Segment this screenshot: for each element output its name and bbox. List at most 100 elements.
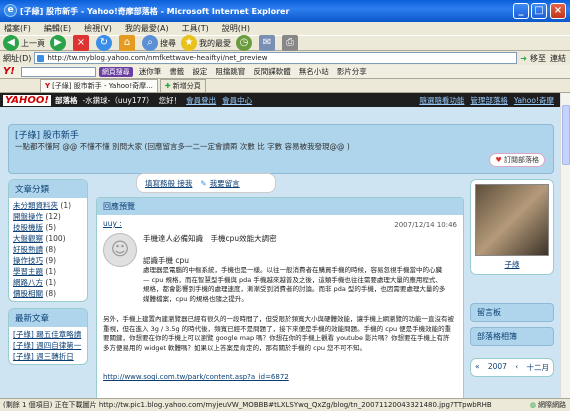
leave-message-link[interactable]: 我要留言 — [210, 178, 240, 189]
fill-message-link[interactable]: 填寫務般 接我 — [145, 178, 192, 189]
album-button[interactable]: 部落格相簿 — [470, 327, 554, 346]
tab-blog[interactable]: Y [子綠] 股市新手 - Yahoo!奇摩... — [40, 79, 158, 92]
speech-bubble: 填寫務般 接我 ✎ 我要留言 — [136, 173, 276, 193]
status-bar: (剩餘 1 個項目) 正在下載圖片 http://tw.pic1.blog.ya… — [0, 398, 570, 411]
blog-description: 一點都不懂阿 @@ 不懂不懂 別問大家 (回應留言多一二一定會讀兩 次數 比 字… — [15, 142, 350, 151]
profile-photo[interactable] — [475, 184, 549, 256]
globe-icon: ◍ — [529, 401, 536, 409]
toolbar-settings[interactable]: 設定 — [192, 66, 207, 77]
window-titlebar: e [子綠] 股市新手 - Yahoo!奇摩部落格 - Microsoft In… — [0, 0, 570, 22]
address-input[interactable]: http://tw.myblog.yahoo.com/nmfkettwave-h… — [34, 52, 518, 64]
recent-title: 最新文章 — [9, 309, 87, 327]
web-search-button[interactable]: 網頁搜尋 — [98, 66, 133, 77]
home-icon: ⌂ — [119, 35, 135, 51]
toolbar-video-share[interactable]: 影片分享 — [337, 66, 367, 77]
yahoo-favicon-icon: Y — [45, 82, 51, 90]
recent-item: [子綠] 週三轉折日 — [13, 352, 74, 361]
profile-name[interactable]: 子綠 — [475, 259, 549, 270]
category-box: 文章分類 未分類資料夾 (1) 開盤操作 (12) 技股機版 (5) 大盤觀察 … — [8, 179, 88, 302]
zone-text: 網際網路 — [538, 401, 566, 409]
search-icon: ⌕ — [142, 35, 158, 51]
category-item: 操作技巧 (9) — [13, 256, 57, 265]
blog-title[interactable]: [子綠] 股市新手 — [15, 128, 79, 141]
user-name: -水鑽球-（uuy177） — [82, 95, 154, 105]
comment-preview-panel: 回應預覽 uuy : 2007/12/14 10:46 ☺ 手機達人必備知識 手… — [96, 197, 464, 398]
logout-link[interactable]: 會員登出 — [186, 95, 216, 106]
refresh-icon: ↻ — [96, 35, 112, 51]
yahoo-home-link[interactable]: Yahoo!奇摩 — [514, 95, 554, 106]
back-button[interactable]: ◀ 上一頁 — [3, 33, 45, 53]
forward-button[interactable]: ▶ — [50, 33, 68, 53]
scrollbar-thumb[interactable] — [562, 105, 570, 165]
profile-box: 子綠 — [470, 179, 554, 275]
toolbar-wretch[interactable]: 無名小站 — [299, 66, 329, 77]
recent-item: [子綠] 週四自律第一 — [13, 341, 82, 350]
calendar-prev-month-icon[interactable]: ‹ — [515, 362, 518, 373]
vertical-scrollbar[interactable] — [560, 93, 570, 398]
new-tab-icon: ✚ — [164, 82, 171, 90]
member-center-link[interactable]: 會員中心 — [222, 95, 252, 106]
left-sidebar: 文章分類 未分類資料夾 (1) 開盤操作 (12) 技股機版 (5) 大盤觀察 … — [8, 179, 88, 371]
close-button[interactable]: × — [550, 3, 566, 19]
calendar-header: « 2007 ‹ 十二月 — [470, 358, 554, 377]
tab-bar: Y [子綠] 股市新手 - Yahoo!奇摩... ✚ 新增分頁 — [0, 79, 570, 93]
toolbar-antispyware[interactable]: 反間諜軟體 — [253, 66, 291, 77]
yahoo-toolbar: Y! 網頁搜尋 迷你筆 書籤 設定 阻擋跳窗 反間諜軟體 無名小站 影片分享 — [0, 65, 570, 79]
comment-date: 2007/12/14 10:46 — [394, 221, 457, 229]
yahoo-search-input[interactable] — [20, 66, 96, 77]
category-item: 大盤觀察 (100) — [13, 234, 66, 243]
calendar-year: 2007 — [487, 362, 507, 371]
go-button[interactable]: 移至 — [530, 53, 546, 64]
manage-blog-link[interactable]: 管理部落格 — [470, 95, 508, 106]
recent-list: [子綠] 踢五佳章略讀 [子綠] 週四自律第一 [子綠] 週三轉折日 — [9, 327, 87, 364]
mail-icon: ✉ — [259, 35, 275, 51]
right-sidebar: 子綠 留言板 部落格相簿 « 2007 ‹ 十二月 — [470, 179, 554, 383]
print-button[interactable]: ⎙ — [282, 33, 300, 53]
recent-item: [子綠] 踢五佳章略讀 — [13, 330, 82, 339]
maximize-button[interactable]: □ — [531, 3, 547, 19]
category-item: 好股熟讀 (8) — [13, 245, 57, 254]
go-arrow-icon[interactable]: ➜ — [520, 54, 527, 63]
comment-subheading: 認識手機 cpu — [143, 256, 190, 265]
home-button[interactable]: ⌂ — [119, 33, 137, 53]
stop-button[interactable]: × — [73, 33, 91, 53]
refresh-button[interactable]: ↻ — [96, 33, 114, 53]
search-button[interactable]: ⌕ 搜尋 — [142, 33, 176, 53]
subscribe-button[interactable]: ♥ 訂閱部落格 — [489, 153, 545, 167]
yahoo-blog-logo[interactable]: YAHOO! — [3, 94, 51, 106]
comment-subject: 手機達人必備知識 手機cpu效能大調密 — [143, 234, 277, 243]
category-item: 學習主題 (1) — [13, 267, 57, 276]
default-avatar: ☺ — [103, 233, 137, 267]
category-item: 未分類資料夾 (1) — [13, 201, 72, 210]
ie-icon: e — [4, 4, 17, 17]
recent-box: 最新文章 [子綠] 踢五佳章略讀 [子綠] 週四自律第一 [子綠] 週三轉折日 — [8, 308, 88, 365]
print-icon: ⎙ — [282, 35, 298, 51]
mail-button[interactable]: ✉ — [259, 33, 277, 53]
status-text: (剩餘 1 個項目) 正在下載圖片 http://tw.pic1.blog.ya… — [3, 401, 492, 409]
favorites-button[interactable]: ★ 我的最愛 — [181, 33, 231, 53]
browser-toolbar: ◀ 上一頁 ▶ × ↻ ⌂ ⌕ 搜尋 ★ 我的最愛 ◷ ✉ ⎙ — [0, 35, 570, 51]
links-button[interactable]: 連結 — [550, 53, 566, 64]
tab-new[interactable]: ✚ 新增分頁 — [159, 79, 206, 92]
category-list: 未分類資料夾 (1) 開盤操作 (12) 技股機版 (5) 大盤觀察 (100)… — [9, 198, 87, 301]
minimize-button[interactable]: _ — [513, 3, 529, 19]
comment-paragraph-1: 處理器是電腦的中樞系統，手機也是一樣。以往一般消費者在購買手機的時候，容易忽視手… — [143, 266, 446, 303]
category-title: 文章分類 — [9, 180, 87, 198]
history-button[interactable]: ◷ — [236, 33, 254, 53]
window-title: [子綠] 股市新手 - Yahoo!奇摩部落格 - Microsoft Inte… — [20, 6, 290, 16]
preview-title: 回應預覽 — [97, 198, 463, 215]
address-bar: 網址(D) http://tw.myblog.yahoo.com/nmfkett… — [0, 51, 570, 65]
message-board-button[interactable]: 留言板 — [470, 303, 554, 322]
heart-icon: ♥ — [495, 156, 502, 164]
history-icon: ◷ — [236, 35, 252, 51]
yahoo-logo-icon[interactable]: Y! — [3, 66, 15, 77]
comment-link[interactable]: http://www.sogi.com.tw/park/content.asp?… — [103, 373, 289, 381]
toolbar-popup-blocker[interactable]: 阻擋跳窗 — [215, 66, 245, 77]
calendar-prev-icon[interactable]: « — [475, 362, 480, 373]
back-arrow-icon: ◀ — [3, 35, 19, 51]
toolbar-mini-pen[interactable]: 迷你筆 — [139, 66, 162, 77]
welcome-text: 您好！ — [158, 95, 182, 105]
toolbar-bookmarks[interactable]: 書籤 — [169, 66, 184, 77]
view-feature-link[interactable]: 隨選隨看功能 — [419, 95, 464, 106]
stop-icon: × — [73, 35, 89, 51]
